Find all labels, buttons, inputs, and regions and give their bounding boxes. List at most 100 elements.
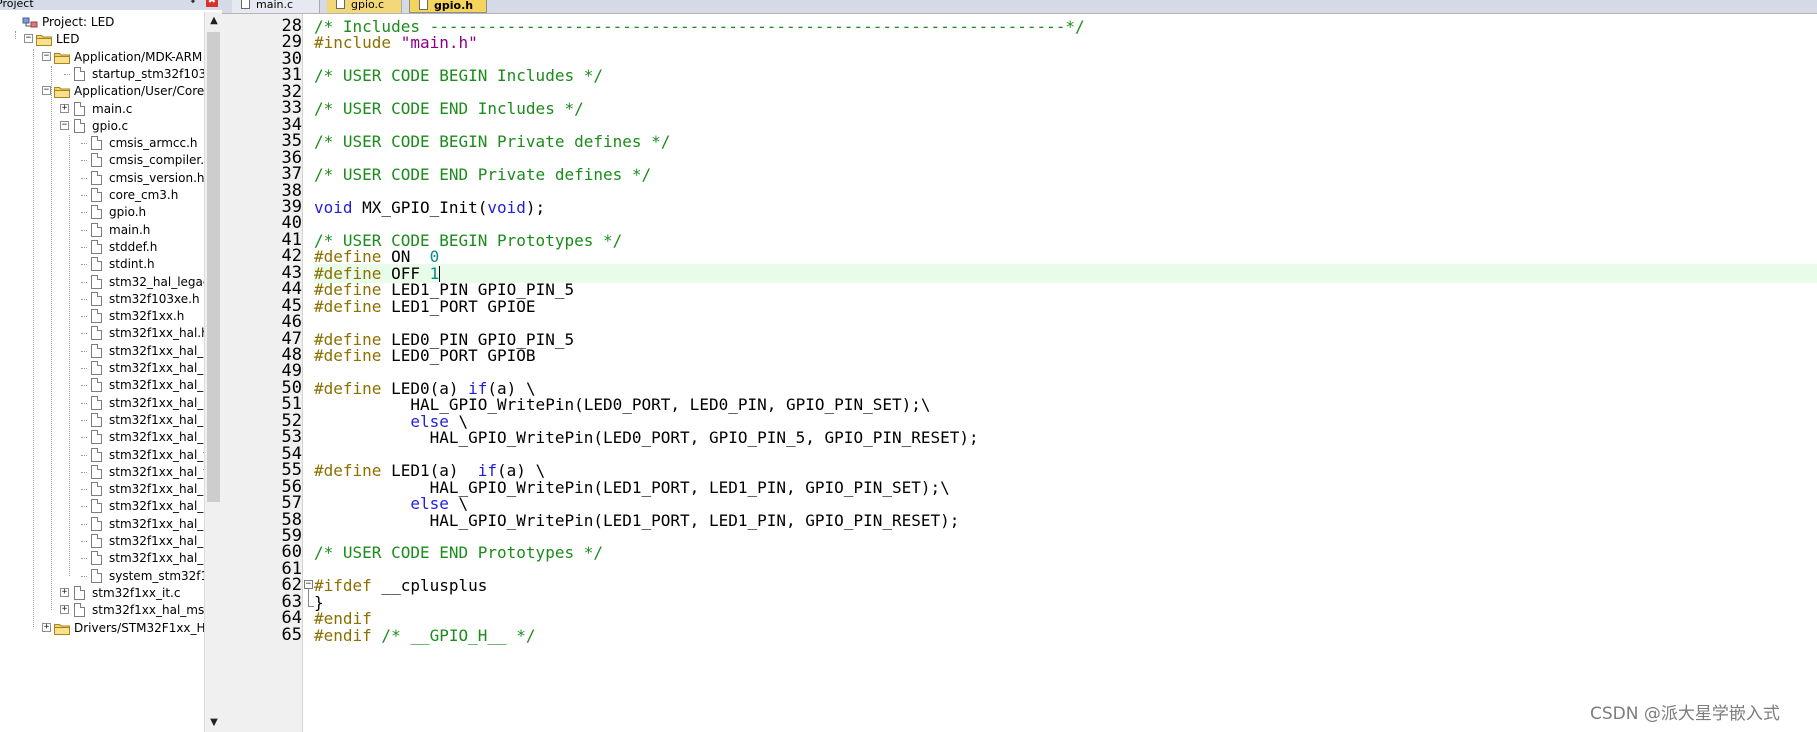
tree-connector — [81, 558, 87, 560]
line-number: 65 — [281, 624, 302, 645]
collapse-icon[interactable]: − — [60, 120, 69, 130]
tree-item-label: Drivers/STM32F1xx_HAL_Driver — [74, 620, 204, 635]
fold-toggle-icon[interactable]: − — [304, 580, 313, 590]
tree-connector — [81, 143, 87, 145]
code-line[interactable]: #endif /* __GPIO_H__ */ — [314, 626, 1817, 645]
tree-connector — [15, 31, 16, 40]
file-icon — [91, 447, 102, 462]
file-icon — [91, 170, 102, 185]
tree-connector — [81, 506, 87, 508]
file-icon — [91, 516, 102, 531]
tree-connector — [81, 333, 87, 335]
file-icon — [74, 603, 85, 618]
project-icon — [22, 15, 38, 28]
file-icon — [91, 309, 102, 324]
fold-column: − — [303, 14, 314, 732]
file-icon — [91, 482, 102, 497]
project-panel-header: Project ⬍ ✖ — [0, 0, 222, 10]
editor-tab-bar: main.c gpio.c gpio.h — [222, 0, 1817, 14]
fold-guide — [308, 589, 309, 606]
tab-label: gpio.h — [434, 0, 474, 12]
file-icon — [91, 568, 102, 583]
tree-connector — [81, 195, 87, 196]
tree-connector — [81, 298, 87, 300]
tree-connector — [81, 177, 87, 179]
folder-icon — [36, 32, 52, 47]
project-panel-title: Project — [0, 0, 34, 10]
file-icon — [91, 239, 102, 254]
file-icon — [91, 412, 102, 427]
project-panel: Project ⬍ ✖ Project: LED−LED−Application… — [0, 0, 223, 732]
file-icon — [91, 153, 102, 168]
file-icon — [91, 499, 102, 514]
tree-connector — [81, 454, 87, 456]
tree-item[interactable]: + Drivers/STM32F1xx_HAL_Driver — [0, 618, 204, 638]
tree-connector — [51, 65, 52, 611]
watermark: CSDN @派大星学嵌入式 — [1590, 704, 1780, 724]
file-icon — [91, 343, 102, 358]
folder-icon — [54, 50, 70, 64]
pin-icon[interactable]: ⬍ — [188, 0, 198, 7]
collapse-icon[interactable]: − — [42, 86, 51, 96]
tree-connector — [81, 489, 87, 491]
tab-label: gpio.c — [351, 0, 385, 11]
folder-icon — [54, 621, 70, 635]
tab-label: main.c — [256, 0, 294, 11]
tree-connector — [81, 316, 87, 318]
code-token: #endif — [314, 625, 372, 645]
tab-gpio-c[interactable]: gpio.c — [327, 0, 402, 13]
tree-connector — [81, 575, 87, 577]
scroll-down-icon[interactable]: ▼ — [205, 714, 222, 732]
code-token: /* __GPIO_H__ */ — [371, 625, 536, 645]
file-icon — [91, 464, 102, 479]
tree-connector — [81, 437, 87, 439]
close-icon[interactable]: ✖ — [206, 0, 218, 7]
tree-connector — [81, 402, 87, 404]
expand-icon[interactable]: + — [60, 605, 69, 615]
tree-connector — [69, 135, 70, 576]
project-tree-scrollbar[interactable]: ▲ ▼ — [204, 12, 222, 732]
file-icon — [91, 274, 102, 289]
file-icon — [74, 118, 85, 133]
project-tree: Project: LED − LED − Application/MDK-ARM star… — [0, 12, 204, 732]
file-icon — [91, 222, 102, 237]
scrollbar-thumb[interactable] — [207, 32, 220, 502]
tab-main-c[interactable]: main.c — [232, 0, 320, 13]
file-icon — [91, 430, 102, 445]
expand-icon[interactable]: + — [60, 103, 69, 113]
tree-connector — [64, 73, 70, 75]
file-icon — [91, 395, 102, 410]
file-icon — [74, 585, 85, 600]
file-icon — [91, 291, 102, 306]
folder-icon — [54, 84, 70, 99]
tree-connector — [33, 48, 34, 628]
tree-connector — [81, 368, 87, 369]
tree-connector — [81, 471, 87, 473]
file-icon — [91, 326, 102, 341]
tree-connector — [81, 212, 87, 214]
file-icon — [419, 0, 428, 10]
tree-connector — [81, 350, 87, 352]
ide-window: Project ⬍ ✖ Project: LED−LED−Application… — [0, 0, 1817, 732]
tree-connector — [81, 160, 87, 162]
file-icon — [91, 136, 102, 151]
file-icon — [241, 0, 250, 9]
tab-gpio-h[interactable]: gpio.h — [409, 0, 487, 13]
tree-connector — [81, 264, 87, 266]
file-icon — [91, 378, 102, 393]
file-icon — [91, 361, 102, 375]
code-editor[interactable]: /* Includes ----------------------------… — [314, 14, 1817, 732]
file-icon — [91, 551, 102, 566]
collapse-icon[interactable]: − — [42, 51, 51, 61]
expand-icon[interactable]: + — [60, 587, 69, 597]
collapse-icon[interactable]: − — [24, 34, 33, 44]
tree-connector — [81, 385, 87, 387]
tree-connector — [81, 419, 87, 421]
tree-connector — [81, 246, 87, 248]
line-number-gutter: 28 29 30 31 32 33 34 35 36 37 38 39 40 41 42 43 44 45 46 47… — [232, 14, 303, 732]
tree-connector — [81, 541, 87, 542]
tree-connector — [81, 229, 87, 231]
expand-icon[interactable]: + — [42, 622, 51, 632]
scroll-up-icon[interactable]: ▲ — [205, 12, 222, 30]
file-icon — [91, 534, 102, 548]
